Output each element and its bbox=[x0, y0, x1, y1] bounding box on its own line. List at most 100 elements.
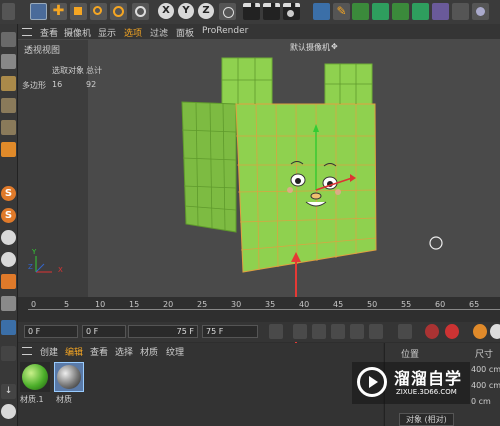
timeline-tick: 65 bbox=[469, 300, 480, 309]
menu-panel[interactable]: 面板 bbox=[176, 26, 194, 39]
render-settings-icon[interactable] bbox=[283, 3, 300, 20]
end-frame-field[interactable]: 75 F bbox=[202, 325, 258, 338]
z-axis-toggle[interactable]: Z bbox=[198, 3, 214, 19]
magnet-icon[interactable] bbox=[1, 274, 16, 289]
make-editable-icon[interactable] bbox=[1, 32, 16, 47]
timeline-tick: 40 bbox=[299, 300, 310, 309]
axis-y-label: Y bbox=[32, 248, 37, 256]
prev-key-button[interactable] bbox=[293, 324, 307, 339]
stats-total-value: 92 bbox=[86, 80, 97, 89]
axis-z-label: Z bbox=[28, 263, 33, 271]
material-menu-icon[interactable] bbox=[22, 347, 32, 355]
x-axis-toggle[interactable]: X bbox=[158, 3, 174, 19]
min-frame-field[interactable]: 0 F bbox=[82, 325, 126, 338]
record-icon[interactable] bbox=[425, 324, 439, 339]
first-frame-button[interactable] bbox=[269, 324, 283, 339]
viewport-menu-icon[interactable] bbox=[22, 28, 32, 36]
y-axis-toggle[interactable]: Y bbox=[178, 3, 194, 19]
edges-mode-icon[interactable] bbox=[1, 120, 16, 135]
material-thumb-selected[interactable] bbox=[54, 362, 84, 392]
timeline-tick: 25 bbox=[197, 300, 208, 309]
menu-cameras[interactable]: 摄像机 bbox=[64, 26, 91, 39]
texture-mode-icon[interactable] bbox=[1, 76, 16, 91]
menu-view[interactable]: 查看 bbox=[40, 26, 58, 39]
points-mode-icon[interactable] bbox=[1, 98, 16, 113]
scene-icon[interactable] bbox=[432, 3, 449, 20]
menu-material[interactable]: 材质 bbox=[140, 345, 158, 358]
polygons-mode-icon[interactable] bbox=[1, 142, 16, 157]
size-x-field[interactable]: 400 cm bbox=[471, 365, 500, 374]
menu-display[interactable]: 显示 bbox=[98, 26, 116, 39]
size-z-field[interactable]: 0 cm bbox=[471, 397, 491, 406]
watermark-title: 溜溜自学 bbox=[394, 369, 463, 388]
arrow-down-icon[interactable]: ↓ bbox=[1, 384, 16, 399]
timeline-tick: 5 bbox=[64, 300, 70, 309]
max-frame-field[interactable]: 75 F bbox=[128, 325, 198, 338]
menu-edit[interactable]: 编辑 bbox=[65, 345, 83, 358]
select-tool-icon[interactable] bbox=[30, 3, 47, 20]
axis-x-label: X bbox=[58, 266, 63, 274]
camera-object-icon[interactable] bbox=[452, 3, 469, 20]
cloner-icon[interactable] bbox=[372, 3, 389, 20]
render-view-icon[interactable] bbox=[243, 3, 260, 20]
material-thumb-green[interactable] bbox=[20, 362, 50, 392]
workplane-icon[interactable] bbox=[1, 252, 16, 267]
menu-filter[interactable]: 过滤 bbox=[150, 26, 168, 39]
cube-primitive-icon[interactable] bbox=[313, 3, 330, 20]
live-select-icon[interactable] bbox=[132, 3, 149, 20]
generator-icon[interactable] bbox=[412, 3, 429, 20]
pen-tool-icon[interactable]: ✎ bbox=[333, 3, 350, 20]
size-header: 尺寸 bbox=[475, 350, 494, 360]
material-name: 材质 bbox=[56, 395, 72, 404]
camera-label: 默认摄像机 bbox=[290, 43, 330, 52]
model-mode-icon[interactable] bbox=[1, 54, 16, 69]
next-key-button[interactable] bbox=[369, 324, 383, 339]
position-key-icon[interactable] bbox=[490, 324, 500, 339]
undo-icon[interactable] bbox=[2, 3, 15, 20]
next-frame-button[interactable] bbox=[350, 324, 364, 339]
recent-tool-icon[interactable] bbox=[110, 3, 127, 20]
timeline-tick: 15 bbox=[129, 300, 140, 309]
watermark-url: ZIXUE.3D66.COM bbox=[396, 388, 457, 396]
timeline-tick: 10 bbox=[95, 300, 106, 309]
rotate-tool-icon[interactable] bbox=[90, 3, 107, 20]
scale-tool-icon[interactable] bbox=[70, 3, 87, 20]
current-frame-field[interactable]: 0 F bbox=[24, 325, 78, 338]
play-button[interactable] bbox=[331, 324, 345, 339]
keyframe-selection-icon[interactable] bbox=[473, 324, 487, 339]
grid-icon[interactable] bbox=[1, 296, 16, 311]
snap-icon[interactable] bbox=[1, 230, 16, 245]
menu-prorender[interactable]: ProRender bbox=[202, 26, 248, 36]
camera-nav-icon[interactable]: ✥ bbox=[331, 42, 338, 51]
perspective-viewport[interactable] bbox=[18, 39, 500, 297]
timeline[interactable]: 0 5 10 15 20 25 30 35 40 45 50 55 60 65 bbox=[18, 297, 500, 322]
viewport-title: 透视视图 bbox=[24, 46, 61, 56]
menu-options[interactable]: 选项 bbox=[124, 26, 142, 39]
timeline-tick: 0 bbox=[31, 300, 37, 309]
last-frame-button[interactable] bbox=[398, 324, 412, 339]
timeline-tick: 50 bbox=[367, 300, 378, 309]
render-picture-icon[interactable] bbox=[263, 3, 280, 20]
solo-s-icon[interactable]: S bbox=[1, 186, 16, 201]
timeline-tick: 20 bbox=[163, 300, 174, 309]
menu-create[interactable]: 创建 bbox=[40, 345, 58, 358]
material-menu: 创建 编辑 查看 选择 材质 纹理 bbox=[18, 343, 383, 358]
deformer-icon[interactable] bbox=[392, 3, 409, 20]
menu-select[interactable]: 选择 bbox=[115, 345, 133, 358]
move-tool-icon[interactable]: ✚ bbox=[50, 3, 67, 20]
timeline-tick: 30 bbox=[231, 300, 242, 309]
layers-icon[interactable] bbox=[1, 320, 16, 335]
coordinate-mode-select[interactable]: 对象 (相对) bbox=[399, 413, 454, 426]
solo-s2-icon[interactable]: S bbox=[1, 208, 16, 223]
settings-icon[interactable] bbox=[1, 404, 16, 419]
world-coords-icon[interactable] bbox=[219, 3, 236, 20]
menu-texture[interactable]: 纹理 bbox=[166, 345, 184, 358]
menu-view2[interactable]: 查看 bbox=[90, 345, 108, 358]
move-down-icon[interactable] bbox=[1, 346, 16, 361]
size-y-field[interactable]: 400 cm bbox=[471, 381, 500, 390]
position-header: 位置 bbox=[401, 350, 420, 360]
autokey-icon[interactable] bbox=[445, 324, 459, 339]
subdivision-icon[interactable] bbox=[352, 3, 369, 20]
light-object-icon[interactable] bbox=[472, 3, 489, 20]
prev-frame-button[interactable] bbox=[312, 324, 326, 339]
